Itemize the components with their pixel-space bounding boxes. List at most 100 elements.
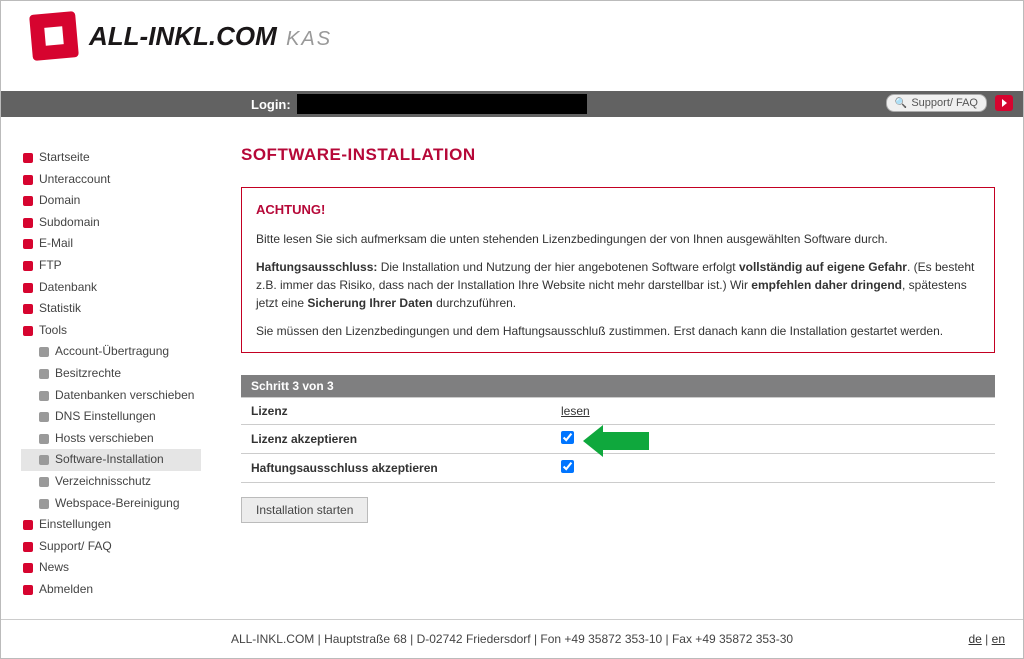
- bullet-icon: [23, 520, 33, 530]
- search-icon: [895, 97, 907, 109]
- language-switcher: de | en: [968, 632, 1005, 646]
- page-title: SOFTWARE-INSTALLATION: [241, 145, 995, 165]
- sidebar-item-ftp[interactable]: FTP: [21, 255, 201, 277]
- accept-disclaimer-label: Haftungsausschluss akzeptieren: [241, 453, 551, 482]
- sidebar-item-statistik[interactable]: Statistik: [21, 298, 201, 320]
- bullet-icon: [23, 175, 33, 185]
- bullet-icon: [39, 369, 49, 379]
- sidebar-item-label: Hosts verschieben: [55, 431, 154, 447]
- bullet-icon: [23, 326, 33, 336]
- footer: ALL-INKL.COM | Hauptstraße 68 | D-02742 …: [1, 619, 1023, 658]
- sidebar-item-label: Domain: [39, 193, 80, 209]
- bullet-icon: [39, 434, 49, 444]
- accept-disclaimer-checkbox[interactable]: [561, 460, 574, 473]
- support-faq-link[interactable]: Support/ FAQ: [886, 94, 987, 112]
- sidebar-item-label: News: [39, 560, 69, 576]
- bullet-icon: [23, 304, 33, 314]
- sidebar-item-domain[interactable]: Domain: [21, 190, 201, 212]
- sidebar-item-label: Datenbank: [39, 280, 97, 296]
- sidebar-item-label: Startseite: [39, 150, 90, 166]
- bullet-icon: [23, 261, 33, 271]
- sidebar-item-hosts-verschieben[interactable]: Hosts verschieben: [21, 428, 201, 450]
- sidebar-item-label: Verzeichnisschutz: [55, 474, 151, 490]
- bullet-icon: [39, 499, 49, 509]
- sidebar-item-startseite[interactable]: Startseite: [21, 147, 201, 169]
- brand-text: ALL-INKL.COM: [89, 21, 277, 51]
- sidebar-item-unteraccount[interactable]: Unteraccount: [21, 169, 201, 191]
- sidebar-item-datenbanken-verschieben[interactable]: Datenbanken verschieben: [21, 385, 201, 407]
- go-button[interactable]: [995, 95, 1013, 111]
- install-form-table: Lizenz lesen Lizenz akzeptieren: [241, 397, 995, 483]
- license-label: Lizenz: [241, 397, 551, 424]
- sidebar-item-account-bertragung[interactable]: Account-Übertragung: [21, 341, 201, 363]
- header: ALL-INKL.COM KAS: [1, 1, 1023, 91]
- bullet-icon: [23, 585, 33, 595]
- step-indicator: Schritt 3 von 3: [241, 375, 995, 397]
- sidebar-item-news[interactable]: News: [21, 557, 201, 579]
- bullet-icon: [23, 196, 33, 206]
- warning-p2-prefix: Haftungsausschluss:: [256, 260, 377, 274]
- license-read-link[interactable]: lesen: [561, 404, 590, 418]
- logo[interactable]: ALL-INKL.COM KAS: [31, 13, 332, 59]
- login-user-redacted: [297, 94, 587, 114]
- sidebar-item-label: Webspace-Bereinigung: [55, 496, 180, 512]
- sidebar-item-einstellungen[interactable]: Einstellungen: [21, 514, 201, 536]
- bullet-icon: [39, 347, 49, 357]
- logo-icon: [29, 11, 79, 61]
- bullet-icon: [23, 239, 33, 249]
- sidebar-item-label: Tools: [39, 323, 67, 339]
- sidebar-item-label: Support/ FAQ: [39, 539, 112, 555]
- bullet-icon: [23, 563, 33, 573]
- row-license: Lizenz lesen: [241, 397, 995, 424]
- sidebar-item-label: Statistik: [39, 301, 81, 317]
- sidebar-item-webspace-bereinigung[interactable]: Webspace-Bereinigung: [21, 493, 201, 515]
- accept-license-label: Lizenz akzeptieren: [241, 424, 551, 453]
- sidebar-item-dns-einstellungen[interactable]: DNS Einstellungen: [21, 406, 201, 428]
- sidebar-item-abmelden[interactable]: Abmelden: [21, 579, 201, 601]
- sidebar-item-label: Besitzrechte: [55, 366, 121, 382]
- brand-subtext: KAS: [286, 28, 332, 50]
- sidebar-item-label: FTP: [39, 258, 62, 274]
- sidebar-item-verzeichnisschutz[interactable]: Verzeichnisschutz: [21, 471, 201, 493]
- warning-heading: ACHTUNG!: [256, 200, 980, 220]
- main-content: SOFTWARE-INSTALLATION ACHTUNG! Bitte les…: [209, 127, 1013, 619]
- bullet-icon: [23, 153, 33, 163]
- warning-p3: Sie müssen den Lizenzbedingungen und dem…: [256, 322, 980, 340]
- warning-p2: Haftungsausschluss: Die Installation und…: [256, 258, 980, 312]
- annotation-arrow-icon: [583, 425, 653, 455]
- warning-box: ACHTUNG! Bitte lesen Sie sich aufmerksam…: [241, 187, 995, 353]
- sidebar-item-label: Abmelden: [39, 582, 93, 598]
- sidebar: Startseite Unteraccount Domain Subdomain E-M…: [11, 127, 209, 619]
- bullet-icon: [39, 455, 49, 465]
- row-accept-disclaimer: Haftungsausschluss akzeptieren: [241, 453, 995, 482]
- sidebar-item-support-faq[interactable]: Support/ FAQ: [21, 536, 201, 558]
- footer-text: ALL-INKL.COM | Hauptstraße 68 | D-02742 …: [19, 632, 1005, 646]
- install-start-button[interactable]: Installation starten: [241, 497, 368, 523]
- sidebar-item-besitzrechte[interactable]: Besitzrechte: [21, 363, 201, 385]
- sidebar-item-label: DNS Einstellungen: [55, 409, 156, 425]
- bullet-icon: [39, 477, 49, 487]
- bullet-icon: [23, 542, 33, 552]
- sidebar-item-label: Datenbanken verschieben: [55, 388, 194, 404]
- login-label: Login:: [251, 97, 291, 112]
- sidebar-item-e-mail[interactable]: E-Mail: [21, 233, 201, 255]
- bullet-icon: [39, 391, 49, 401]
- sidebar-item-subdomain[interactable]: Subdomain: [21, 212, 201, 234]
- sidebar-item-label: Account-Übertragung: [55, 344, 169, 360]
- accept-license-checkbox[interactable]: [561, 431, 574, 444]
- bullet-icon: [23, 218, 33, 228]
- sidebar-item-datenbank[interactable]: Datenbank: [21, 277, 201, 299]
- warning-p1: Bitte lesen Sie sich aufmerksam die unte…: [256, 230, 980, 248]
- bullet-icon: [39, 412, 49, 422]
- bullet-icon: [23, 283, 33, 293]
- sidebar-item-label: Unteraccount: [39, 172, 110, 188]
- sidebar-item-label: Einstellungen: [39, 517, 111, 533]
- sidebar-item-tools[interactable]: Tools: [21, 320, 201, 342]
- support-faq-label: Support/ FAQ: [911, 97, 978, 109]
- sidebar-item-label: Subdomain: [39, 215, 100, 231]
- lang-de-link[interactable]: de: [968, 632, 981, 646]
- lang-en-link[interactable]: en: [992, 632, 1005, 646]
- sidebar-item-software-installation[interactable]: Software-Installation: [21, 449, 201, 471]
- row-accept-license: Lizenz akzeptieren: [241, 424, 995, 453]
- sidebar-item-label: E-Mail: [39, 236, 73, 252]
